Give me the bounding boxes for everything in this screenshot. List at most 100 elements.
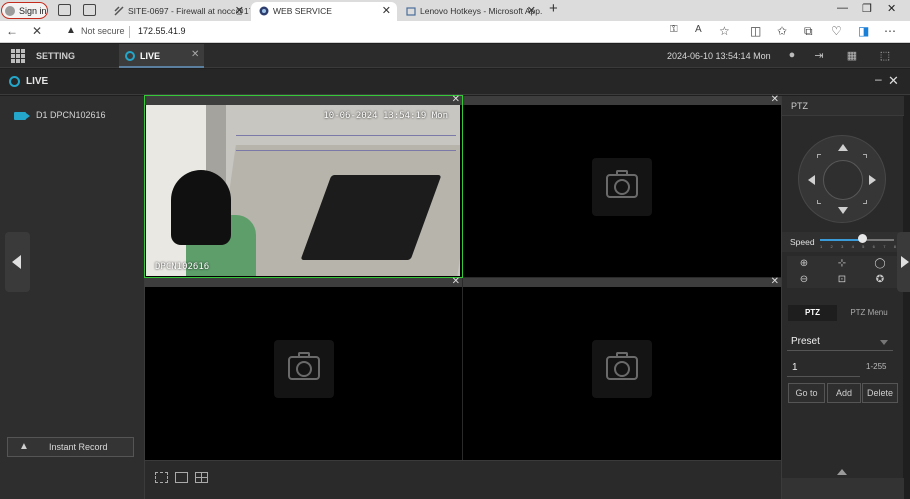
password-key-icon[interactable]: ⚿: [670, 24, 678, 35]
video-toolbar: [145, 460, 781, 499]
close-pane-icon[interactable]: ✕: [452, 94, 460, 105]
close-pane-icon[interactable]: ✕: [771, 276, 779, 287]
warning-icon[interactable]: ▲: [66, 25, 76, 36]
back-arrow-icon[interactable]: ←: [6, 24, 18, 38]
ptz-footer: [782, 478, 904, 499]
iris-open-icon[interactable]: ◯: [873, 257, 887, 271]
live-tab[interactable]: LIVE ✕: [119, 44, 204, 68]
tab-web-service[interactable]: WEB SERVICE ✕: [251, 2, 397, 21]
speed-ticks: 1 2 3 4 5 6 7 8: [820, 244, 900, 249]
live-title-bar: LIVE – ✕: [0, 69, 910, 95]
sign-in-button[interactable]: Sign in: [1, 2, 48, 19]
setting-menu[interactable]: SETTING: [36, 51, 75, 61]
browser-essentials-icon[interactable]: ♡: [831, 24, 842, 38]
focus-far-icon[interactable]: ⊡: [835, 273, 849, 287]
camera-icon: [14, 111, 30, 120]
favorites-icon[interactable]: ✩: [777, 24, 787, 38]
zoom-out-icon[interactable]: ⊖: [797, 273, 811, 287]
pane-header: [463, 96, 781, 105]
tab-lenovo-hotkeys[interactable]: Lenovo Hotkeys - Microsoft App... ✕: [398, 2, 542, 21]
speed-knob[interactable]: [858, 234, 867, 243]
add-preset-button[interactable]: Add: [827, 383, 861, 403]
live-title: LIVE: [26, 76, 49, 87]
fit-window-icon[interactable]: [155, 472, 168, 483]
quad-view-icon[interactable]: [195, 472, 208, 483]
preset-select-value: Preset: [791, 336, 820, 347]
url-field[interactable]: 172.55.41.9: [138, 26, 186, 36]
collapse-left-arrow-icon[interactable]: [5, 232, 30, 292]
video-pane-4[interactable]: ✕: [463, 276, 781, 460]
collapse-right-arrow-icon[interactable]: [897, 232, 910, 292]
stop-loading-icon[interactable]: ✕: [32, 24, 42, 38]
extension-icon[interactable]: ◨: [858, 24, 869, 38]
ptz-lens-controls: ⊕ ⊹ ◯ ⊖ ⊡ ✪: [787, 256, 899, 288]
read-aloud-icon[interactable]: A: [695, 24, 702, 35]
video-pane-1[interactable]: ✕ 10-06-2024 13:54:19 Mon DPCN102616: [144, 94, 463, 278]
close-tab-icon[interactable]: ✕: [382, 4, 391, 17]
device-item[interactable]: D1 DPCN102616: [14, 110, 106, 120]
video-pane-2[interactable]: ✕: [463, 94, 781, 277]
tab-ptz[interactable]: PTZ: [788, 305, 837, 321]
single-view-icon[interactable]: [175, 472, 188, 483]
collections-icon[interactable]: [58, 4, 71, 16]
pan-up-right-icon[interactable]: [863, 154, 867, 158]
close-tab-icon[interactable]: ✕: [527, 4, 536, 17]
video-pane-3[interactable]: ✕: [145, 276, 462, 460]
fullscreen-icon[interactable]: ⬚: [878, 49, 892, 63]
pan-up-icon[interactable]: [838, 144, 848, 151]
main-menu-grid-icon[interactable]: [11, 49, 25, 63]
pan-up-left-icon[interactable]: [817, 154, 821, 158]
user-icon[interactable]: ●: [785, 49, 799, 63]
speed-label: Speed: [790, 237, 815, 247]
iris-close-icon[interactable]: ✪: [873, 273, 887, 287]
collections-toolbar-icon[interactable]: ⧉: [804, 24, 813, 39]
minimize-panel-icon[interactable]: –: [875, 72, 882, 86]
video-grid: ✕ 10-06-2024 13:54:19 Mon DPCN102616 ✕ ✕: [144, 94, 781, 460]
layout-icon[interactable]: ▦: [845, 49, 859, 63]
tab-title: WEB SERVICE: [273, 6, 332, 16]
close-pane-icon[interactable]: ✕: [771, 94, 779, 105]
close-tab-icon[interactable]: ✕: [235, 4, 244, 17]
no-video-camera-icon: [592, 340, 652, 398]
preset-number-input[interactable]: 1: [787, 358, 860, 377]
tab-title: SITE-0697 - Firewall at nocc@17...: [128, 6, 250, 16]
sign-in-label: Sign in: [19, 6, 47, 16]
delete-preset-button[interactable]: Delete: [862, 383, 898, 403]
pan-left-icon[interactable]: [808, 175, 815, 185]
collapse-up-icon[interactable]: [837, 469, 847, 475]
address-separator: [129, 26, 130, 38]
chevron-down-icon: [880, 340, 888, 345]
preset-type-select[interactable]: Preset: [787, 332, 893, 351]
pan-down-icon[interactable]: [838, 207, 848, 214]
preset-number-value: 1: [792, 362, 798, 373]
new-tab-button[interactable]: +: [549, 0, 558, 17]
security-indicator[interactable]: Not secure: [81, 26, 125, 36]
more-menu-icon[interactable]: ⋯: [884, 24, 896, 38]
ptz-direction-pad[interactable]: [798, 135, 886, 223]
tab-firewall[interactable]: SITE-0697 - Firewall at nocc@17... ✕: [106, 2, 250, 21]
pan-down-right-icon[interactable]: [863, 200, 867, 204]
logout-icon[interactable]: ⇥: [812, 49, 826, 63]
instant-record-button[interactable]: ▲ Instant Record: [7, 437, 134, 457]
tab-actions-icon[interactable]: [83, 4, 96, 16]
goto-button[interactable]: Go to: [788, 383, 825, 403]
split-screen-icon[interactable]: ◫: [750, 24, 761, 38]
focus-near-icon[interactable]: ⊹: [835, 257, 849, 271]
close-window-icon[interactable]: ✕: [887, 2, 896, 15]
zoom-in-icon[interactable]: ⊕: [797, 257, 811, 271]
minimize-window-icon[interactable]: —: [837, 2, 848, 14]
auto-scan-icon[interactable]: [823, 160, 863, 200]
favorite-star-icon[interactable]: ☆: [719, 24, 730, 38]
live-status-icon: [9, 76, 20, 87]
video-timestamp: 10-06-2024 13:54:19 Mon: [323, 111, 448, 121]
restore-window-icon[interactable]: ❐: [862, 2, 872, 15]
live-tab-label: LIVE: [140, 51, 161, 61]
tab-ptz-menu[interactable]: PTZ Menu: [840, 305, 898, 321]
live-icon: [125, 51, 135, 61]
close-pane-icon[interactable]: ✕: [452, 276, 460, 287]
pan-right-icon[interactable]: [869, 175, 876, 185]
close-panel-icon[interactable]: ✕: [888, 73, 899, 89]
close-live-tab-icon[interactable]: ✕: [191, 49, 199, 60]
ptz-panel: PTZ Speed 1 2 3 4 5 6 7 8 ⊕ ⊹ ◯ ⊖ ⊡ ✪ PT…: [781, 96, 904, 499]
pan-down-left-icon[interactable]: [817, 200, 821, 204]
